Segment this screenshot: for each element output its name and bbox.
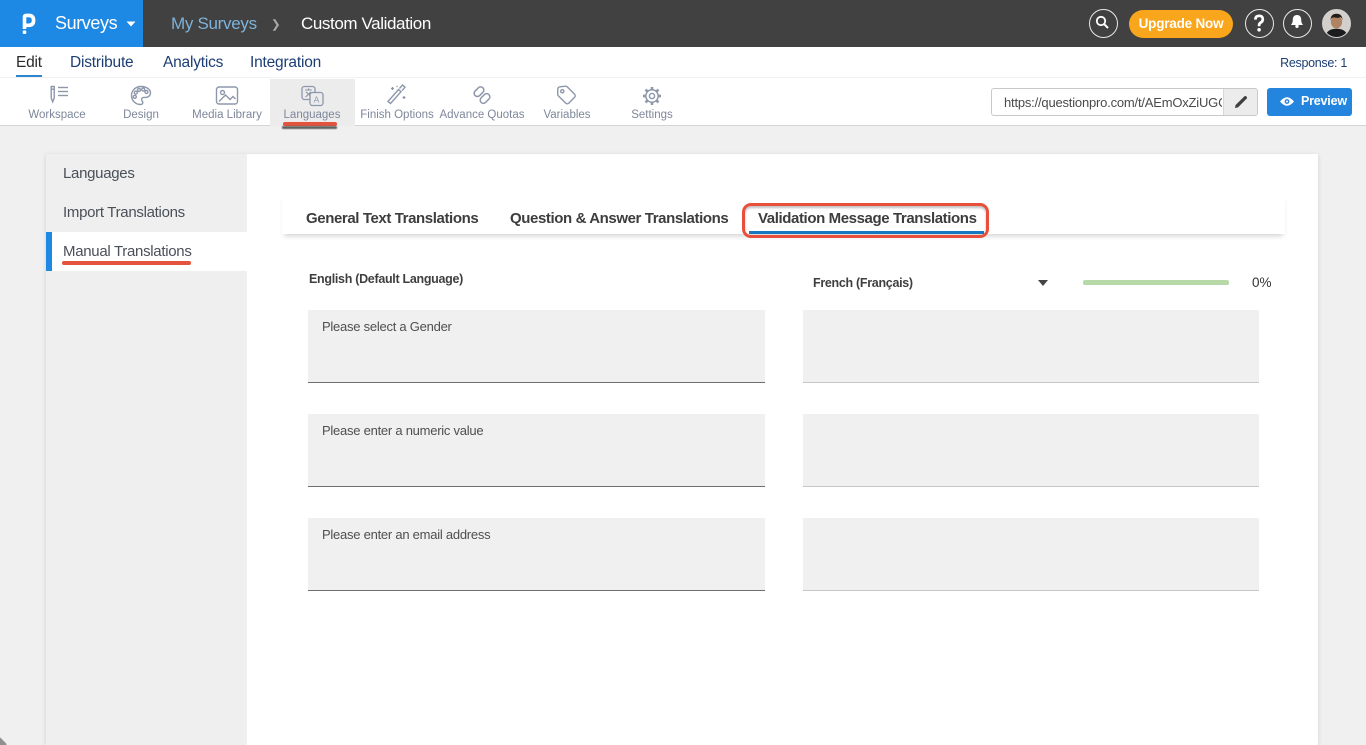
svg-text:A: A [314, 95, 320, 105]
